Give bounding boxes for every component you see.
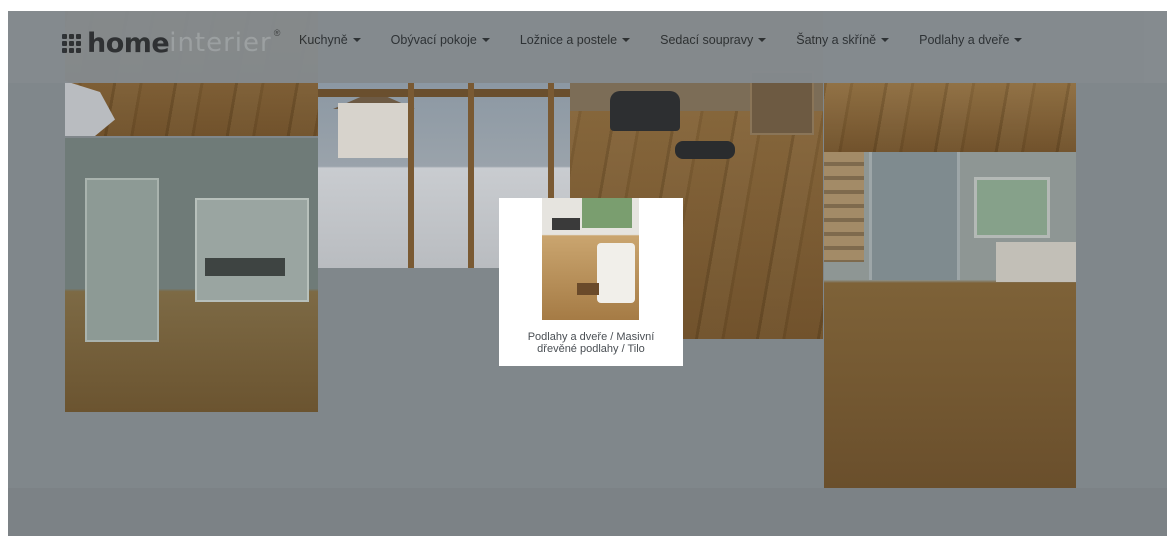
window-detail [582,198,632,228]
nav-item-obyvaci-pokoje[interactable]: Obývací pokoje [391,33,490,47]
popup-thumbnail[interactable] [542,198,639,320]
shelves-detail [824,152,864,262]
logo-word-interier: interier [169,28,272,58]
nav-item-loznice[interactable]: Ložnice a postele [519,33,631,47]
ottoman-detail [675,141,735,159]
house-detail [338,103,408,158]
nav-item-satny[interactable]: Šatny a skříně [796,33,890,47]
nav-item-podlahy[interactable]: Podlahy a dveře [919,33,1023,47]
caret-down-icon [758,38,767,42]
site-header: home interier ® Kuchyně Obývací pokoje L… [8,11,1167,83]
bed-detail [996,242,1076,282]
gallery-tile-floor-top-right[interactable] [824,83,1076,152]
nav-item-label: Podlahy a dveře [919,33,1010,47]
caret-down-icon [622,38,631,42]
site-logo[interactable]: home interier ® [62,27,281,59]
logo-dots-icon [62,33,81,53]
post-detail [408,83,414,268]
logo-word-home: home [87,27,170,59]
popup-caption: Podlahy a dveře / Masivní dřevěné podlah… [527,331,655,355]
door-detail [85,178,159,342]
rug-detail [65,81,115,136]
sink-detail [205,258,285,276]
caret-down-icon [1014,38,1023,42]
nav-item-label: Obývací pokoje [390,33,477,47]
sofa-detail [597,243,635,303]
gallery-tile-wardrobe-bedroom[interactable] [824,152,1076,488]
rail-detail [318,89,570,97]
armchair-detail [610,91,680,131]
post-detail [468,83,474,268]
nav-item-kuchyne[interactable]: Kuchyně [299,33,361,47]
image-popup[interactable]: Podlahy a dveře / Masivní dřevěné podlah… [499,198,683,366]
caret-down-icon [881,38,890,42]
sliding-door-detail [869,152,960,280]
nav-item-label: Ložnice a postele [519,33,618,47]
caret-down-icon [481,38,490,42]
table-detail [577,283,599,295]
nav-item-label: Kuchyně [299,33,348,47]
logo-registered-mark: ® [273,28,281,38]
caret-down-icon [352,38,361,42]
nav-item-sedaci-soupravy[interactable]: Sedací soupravy [660,33,767,47]
nav-item-label: Šatny a skříně [796,33,877,47]
shelf-detail [195,198,309,302]
main-nav: Kuchyně Obývací pokoje Ložnice a postele… [299,33,1052,47]
window-detail [974,177,1050,238]
fireplace-detail [552,218,580,230]
gallery-tile-bathroom[interactable] [65,138,318,412]
nav-item-label: Sedací soupravy [660,33,754,47]
